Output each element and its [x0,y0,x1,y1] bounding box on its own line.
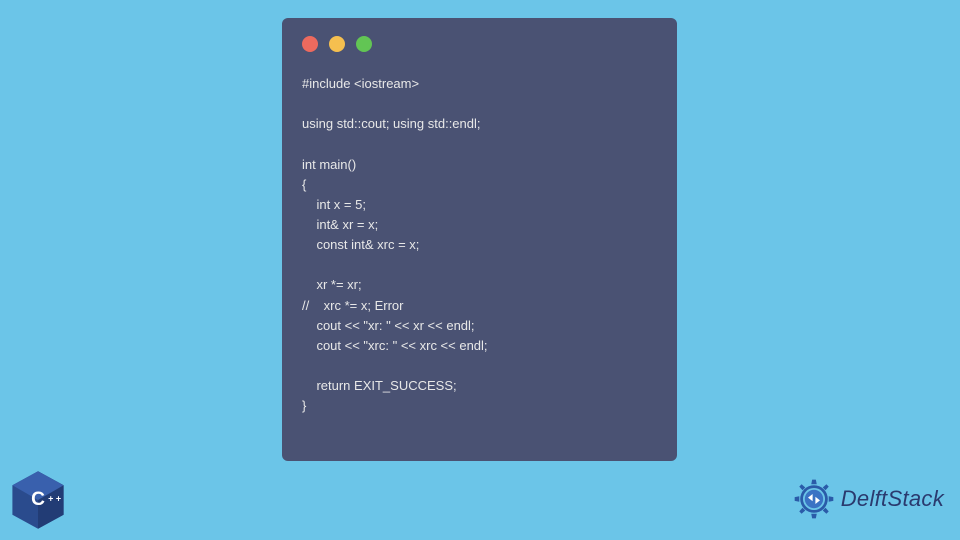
code-line: const int& xrc = x; [302,237,419,252]
svg-text:+: + [48,493,53,503]
close-icon[interactable] [302,36,318,52]
code-line: using std::cout; using std::endl; [302,116,481,131]
svg-text:+: + [56,493,61,503]
delftstack-logo: DelftStack [791,476,944,522]
code-line: int main() [302,157,356,172]
cpp-logo-icon: C + + [6,468,70,532]
code-line: // xrc *= x; Error [302,298,404,313]
code-window: #include <iostream> using std::cout; usi… [282,18,677,461]
delftstack-text: DelftStack [841,486,944,512]
window-controls [302,36,657,52]
code-line: int& xr = x; [302,217,378,232]
code-content: #include <iostream> using std::cout; usi… [302,74,657,416]
minimize-icon[interactable] [329,36,345,52]
maximize-icon[interactable] [356,36,372,52]
code-line: } [302,398,306,413]
code-line: int x = 5; [302,197,366,212]
svg-text:C: C [31,489,45,510]
code-line: cout << "xrc: " << xrc << endl; [302,338,488,353]
code-line: { [302,177,306,192]
code-line: #include <iostream> [302,76,419,91]
delftstack-gear-icon [791,476,837,522]
code-line: xr *= xr; [302,277,362,292]
code-line: cout << "xr: " << xr << endl; [302,318,475,333]
code-line: return EXIT_SUCCESS; [302,378,457,393]
